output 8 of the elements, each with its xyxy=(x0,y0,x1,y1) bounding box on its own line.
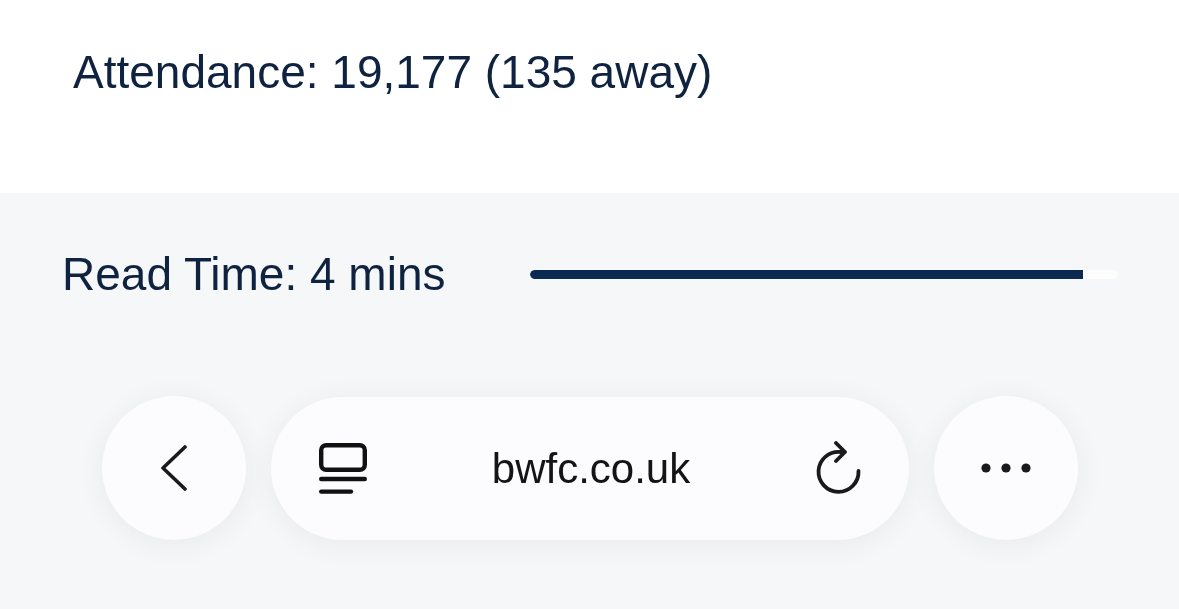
more-dots-icon xyxy=(981,463,1031,473)
url-text: bwfc.co.uk xyxy=(491,443,691,494)
back-chevron-icon xyxy=(160,445,188,491)
reader-view-icon[interactable] xyxy=(319,442,367,494)
read-time-label: Read Time: 4 mins xyxy=(62,246,446,302)
reload-icon[interactable] xyxy=(815,441,861,495)
attendance-text: Attendance: 19,177 (135 away) xyxy=(73,45,713,100)
address-bar[interactable]: bwfc.co.uk xyxy=(271,396,909,540)
